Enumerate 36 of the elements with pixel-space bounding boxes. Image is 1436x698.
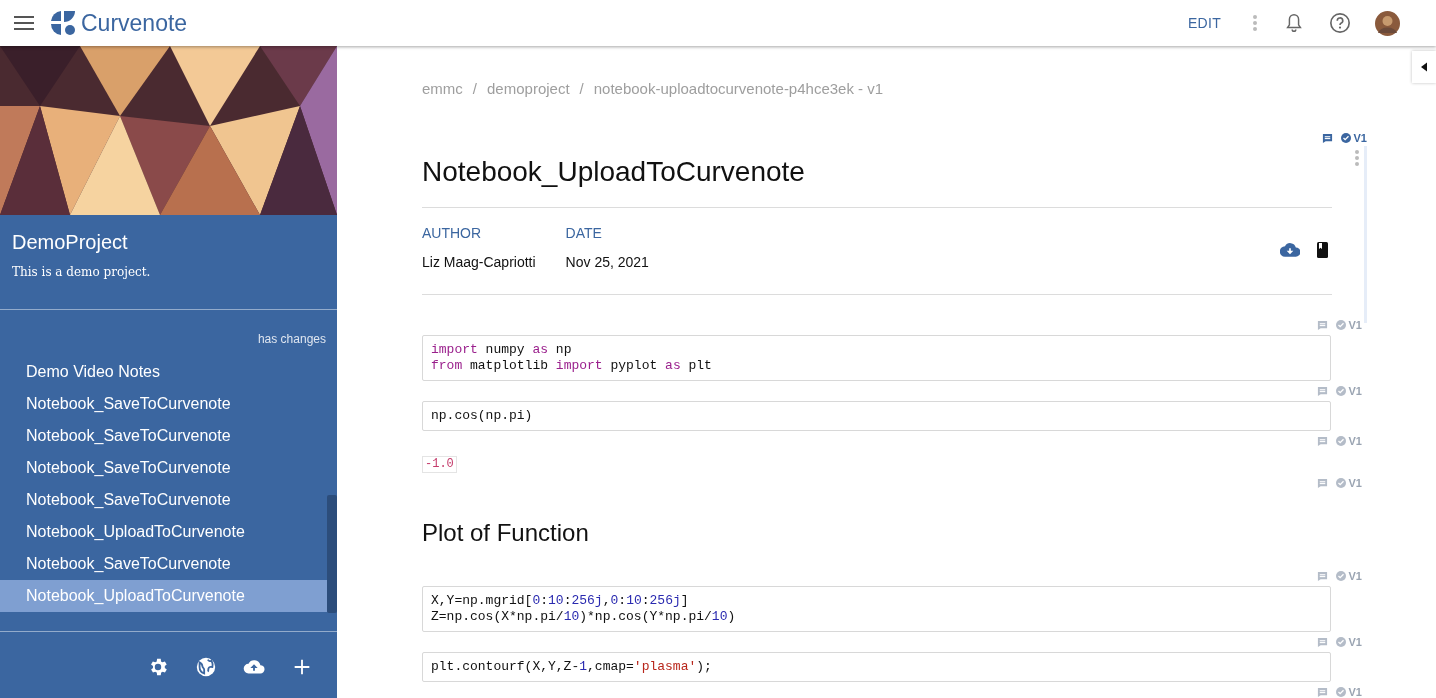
logo-icon[interactable] <box>50 10 76 36</box>
code-cell[interactable]: plt.contourf(X,Y,Z-1,cmap='plasma'); <box>422 652 1331 682</box>
sidebar-item[interactable]: Notebook_SaveToCurvenote <box>0 548 327 580</box>
triangle-left-icon <box>1421 62 1427 72</box>
section-heading: Plot of Function <box>422 518 590 548</box>
cloud-download-icon[interactable] <box>1280 242 1300 258</box>
project-title: DemoProject <box>12 231 129 254</box>
article-title: Notebook_UploadToCurvenote <box>422 156 1332 208</box>
help-icon[interactable] <box>1329 12 1351 34</box>
status-text: has changes <box>256 332 327 346</box>
edit-button[interactable]: EDIT <box>1181 11 1227 35</box>
output-text: -1.0 <box>422 456 457 473</box>
sidebar-item[interactable]: Demo Video Notes <box>0 356 327 388</box>
collapse-button[interactable] <box>1412 51 1436 83</box>
code-cell[interactable]: np.cos(np.pi) <box>422 401 1331 431</box>
meta-label: AUTHOR <box>422 225 483 241</box>
code-cell[interactable]: import numpy as np from matplotlib import pyplot as plt <box>422 335 1331 381</box>
breadcrumb-separator: / <box>579 80 584 98</box>
project-description: This is a demo project. <box>12 265 152 279</box>
avatar-icon[interactable] <box>1375 10 1400 36</box>
sidebar-item[interactable]: Notebook_UploadToCurvenote <box>0 516 327 548</box>
menu-icon[interactable] <box>14 16 34 30</box>
meta-value: Nov 25, 2021 <box>565 254 649 270</box>
meta-label: DATE <box>565 225 603 241</box>
version-badge[interactable]: V1 <box>1340 132 1367 144</box>
code-cell[interactable]: X,Y=np.mgrid[0:10:256j,0:10:256j] Z=np.cos(X*np.pi/10)*np.cos(Y*np.pi/10) <box>422 586 1331 632</box>
brand-name[interactable]: Curvenote <box>81 9 188 37</box>
meta-value: Liz Maag-Capriotti <box>422 254 536 270</box>
sidebar-item[interactable]: Notebook_SaveToCurvenote <box>0 484 327 516</box>
comment-icon[interactable] <box>1321 132 1333 144</box>
scrollbar-thumb[interactable] <box>327 495 337 613</box>
sidebar-item[interactable]: Notebook_SaveToCurvenote <box>0 420 327 452</box>
sidebar-item[interactable]: Notebook_SaveToCurvenote <box>0 452 327 484</box>
globe-icon[interactable] <box>195 656 217 678</box>
breadcrumb-separator: / <box>472 80 477 98</box>
sidebar-item[interactable]: Notebook_SaveToCurvenote <box>0 388 327 420</box>
